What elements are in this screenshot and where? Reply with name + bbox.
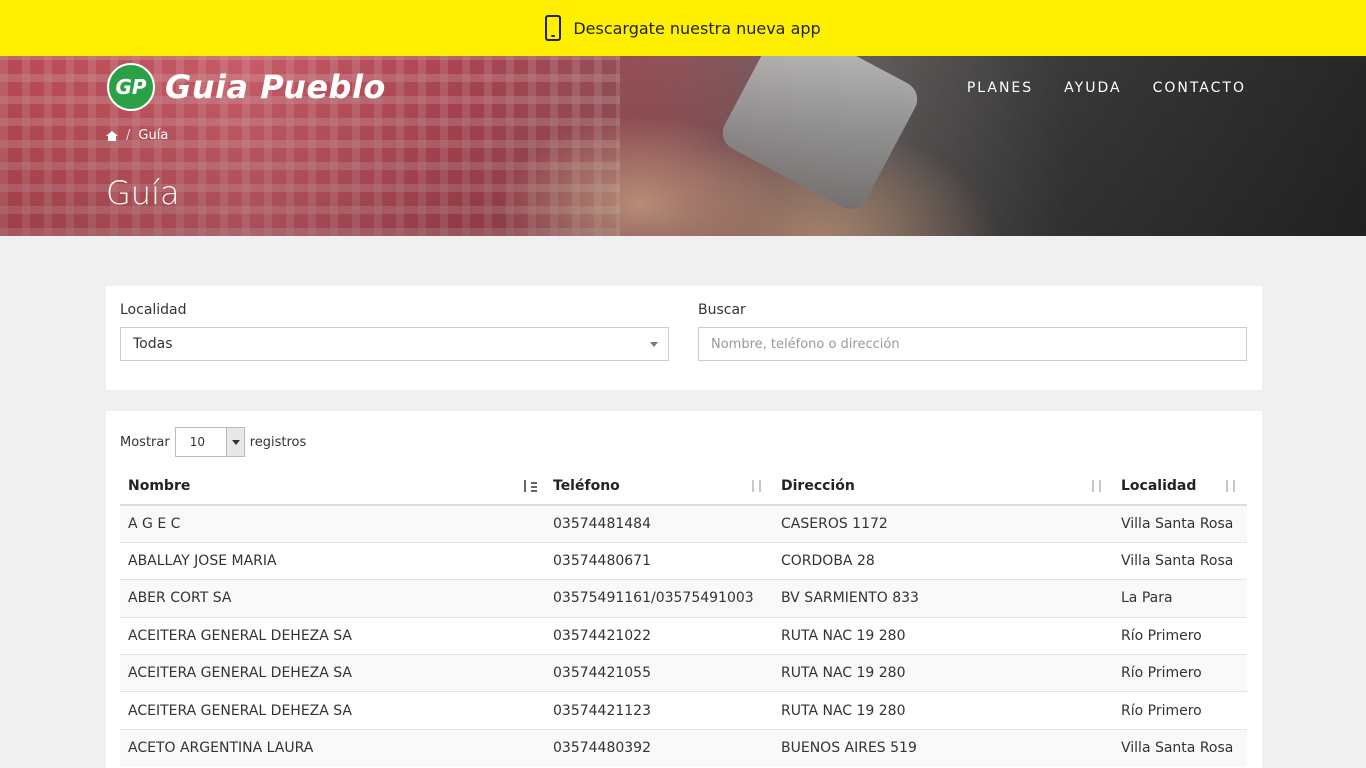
page-title: Guía — [106, 174, 180, 212]
cell-localidad: Villa Santa Rosa — [1113, 504, 1247, 543]
cell-nombre: ACEITERA GENERAL DEHEZA SA — [120, 691, 545, 730]
sort-icon — [1225, 480, 1239, 492]
breadcrumb-separator: / — [126, 128, 131, 143]
column-header-nombre[interactable]: Nombre — [120, 467, 545, 506]
cell-nombre: ABALLAY JOSE MARIA — [120, 541, 545, 580]
cell-direccion: BUENOS AIRES 519 — [773, 728, 1113, 767]
buscar-label: Buscar — [698, 302, 746, 318]
main-nav: PLANES AYUDA CONTACTO — [967, 80, 1246, 96]
cell-direccion: CASEROS 1172 — [773, 504, 1113, 543]
logo-text: Guia Pueblo — [165, 68, 386, 106]
cell-direccion: RUTA NAC 19 280 — [773, 616, 1113, 655]
table-row: ACEITERA GENERAL DEHEZA SA 03574421123 R… — [120, 691, 1247, 730]
table-row: ACEITERA GENERAL DEHEZA SA 03574421022 R… — [120, 616, 1247, 655]
cell-direccion: BV SARMIENTO 833 — [773, 579, 1113, 618]
nav-contacto[interactable]: CONTACTO — [1153, 80, 1246, 96]
cell-nombre: ACETO ARGENTINA LAURA — [120, 728, 545, 767]
column-label: Teléfono — [553, 477, 620, 494]
cell-direccion: RUTA NAC 19 280 — [773, 691, 1113, 730]
cell-localidad: Villa Santa Rosa — [1113, 728, 1247, 767]
cell-telefono: 03574481484 — [545, 504, 773, 543]
localidad-select-value: Todas — [133, 336, 173, 352]
column-header-direccion[interactable]: Dirección — [773, 467, 1113, 506]
logo-badge: GP — [107, 63, 155, 111]
column-label: Nombre — [128, 477, 191, 494]
length-prefix: Mostrar — [120, 434, 170, 450]
cell-nombre: ACEITERA GENERAL DEHEZA SA — [120, 616, 545, 655]
cell-localidad: La Para — [1113, 579, 1247, 618]
column-header-localidad[interactable]: Localidad — [1113, 467, 1247, 506]
cell-telefono: 03574421022 — [545, 616, 773, 655]
site-logo[interactable]: GP Guia Pueblo — [107, 63, 386, 111]
sort-ascending-icon — [523, 480, 537, 492]
nav-ayuda[interactable]: AYUDA — [1064, 80, 1121, 96]
table-row: ABER CORT SA 03575491161/03575491003 BV … — [120, 579, 1247, 618]
length-suffix: registros — [249, 434, 307, 450]
cell-localidad: Río Primero — [1113, 691, 1247, 730]
cell-telefono: 03575491161/03575491003 — [545, 579, 773, 618]
breadcrumb-current: Guía — [138, 128, 169, 143]
cell-telefono: 03574480671 — [545, 541, 773, 580]
cell-nombre: ACEITERA GENERAL DEHEZA SA — [120, 654, 545, 692]
sort-icon — [751, 480, 765, 492]
cell-localidad: Río Primero — [1113, 616, 1247, 655]
nav-planes[interactable]: PLANES — [967, 80, 1033, 96]
localidad-label: Localidad — [120, 302, 187, 318]
sort-icon — [1091, 480, 1105, 492]
table-row: ACEITERA GENERAL DEHEZA SA 03574421055 R… — [120, 654, 1247, 692]
search-input[interactable] — [698, 327, 1247, 361]
page-length-control: Mostrar 10 registros — [120, 427, 306, 457]
cell-telefono: 03574421123 — [545, 691, 773, 730]
column-header-telefono[interactable]: Teléfono — [545, 467, 773, 506]
filter-panel: Localidad Todas Buscar — [106, 286, 1262, 390]
table-row: ABALLAY JOSE MARIA 03574480671 CORDOBA 2… — [120, 541, 1247, 580]
cell-nombre: ABER CORT SA — [120, 579, 545, 618]
directory-table: Nombre Teléfono Dirección Localidad A G … — [120, 467, 1247, 767]
page-length-value: 10 — [189, 435, 205, 449]
cell-telefono: 03574480392 — [545, 728, 773, 767]
cell-localidad: Río Primero — [1113, 654, 1247, 692]
chevron-down-icon — [650, 342, 658, 347]
cell-nombre: A G E C — [120, 504, 545, 543]
table-header-row: Nombre Teléfono Dirección Localidad — [120, 467, 1247, 506]
column-label: Localidad — [1121, 477, 1197, 494]
table-row: A G E C 03574481484 CASEROS 1172 Villa S… — [120, 504, 1247, 543]
cell-direccion: CORDOBA 28 — [773, 541, 1113, 580]
column-label: Dirección — [781, 477, 855, 494]
results-panel: Mostrar 10 registros Nombre Teléfono Dir — [106, 411, 1262, 768]
chevron-down-icon — [225, 428, 244, 456]
app-banner-text: Descargate nuestra nueva app — [573, 18, 821, 38]
localidad-select[interactable]: Todas — [120, 327, 669, 361]
cell-telefono: 03574421055 — [545, 654, 773, 692]
page-length-select[interactable]: 10 — [174, 427, 245, 457]
breadcrumb: / Guía — [106, 128, 168, 143]
cell-direccion: RUTA NAC 19 280 — [773, 654, 1113, 692]
cell-localidad: Villa Santa Rosa — [1113, 541, 1247, 580]
mobile-phone-icon — [545, 15, 562, 41]
home-icon[interactable] — [106, 130, 118, 141]
app-download-banner[interactable]: Descargate nuestra nueva app — [0, 0, 1366, 56]
table-row: ACETO ARGENTINA LAURA 03574480392 BUENOS… — [120, 728, 1247, 767]
